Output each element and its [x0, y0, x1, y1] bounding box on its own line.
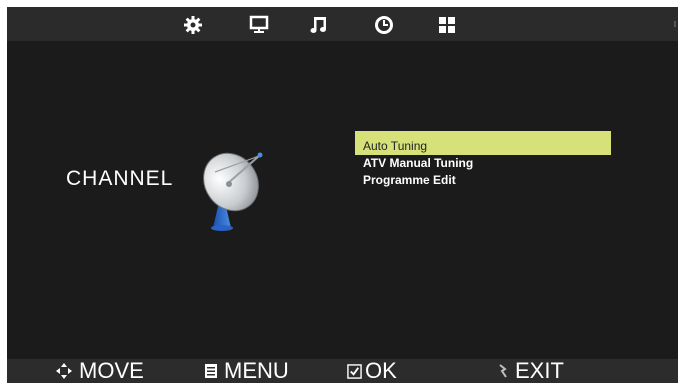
clock-icon[interactable]: [374, 15, 394, 35]
dpad-arrows-icon: [55, 362, 73, 380]
exit-hint: EXIT: [497, 359, 564, 383]
satellite-dish-icon: [197, 142, 269, 232]
corner-mark: [674, 21, 676, 27]
channel-menu: Auto Tuning ATV Manual Tuning Programme …: [355, 131, 611, 189]
monitor-icon[interactable]: [249, 15, 269, 35]
menu-doc-icon: [204, 363, 218, 379]
gear-icon[interactable]: [183, 15, 203, 35]
top-menu-bar: [7, 7, 678, 41]
menu-hint: MENU: [204, 359, 289, 383]
menu-item-programme-edit[interactable]: Programme Edit: [355, 172, 611, 189]
menu-item-atv-manual-tuning[interactable]: ATV Manual Tuning: [355, 155, 611, 172]
grid-icon[interactable]: [437, 15, 457, 35]
menu-item-auto-tuning[interactable]: Auto Tuning: [355, 131, 611, 155]
checkbox-icon: [347, 363, 362, 379]
exit-icon: [497, 362, 509, 380]
menu-label: MENU: [224, 358, 289, 383]
exit-label: EXIT: [515, 358, 564, 383]
tv-screen: CHANNEL Auto Tuning ATV Manual Tuning Pr…: [7, 7, 678, 383]
move-hint: MOVE: [55, 359, 144, 383]
ok-label: OK: [365, 358, 397, 383]
music-note-icon[interactable]: [309, 15, 329, 35]
ok-hint: OK: [347, 359, 397, 383]
section-title: CHANNEL: [66, 167, 174, 190]
bottom-hint-bar: MOVE MENU OK EXIT: [7, 359, 678, 383]
move-label: MOVE: [79, 358, 144, 383]
